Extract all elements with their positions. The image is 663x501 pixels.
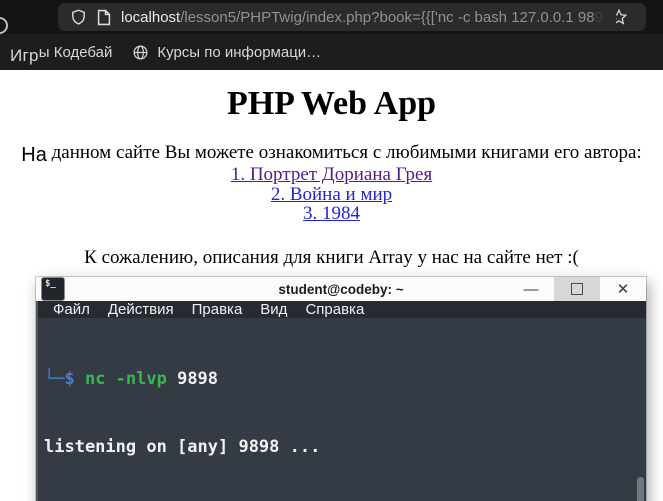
window-controls: — ✕ — [508, 277, 646, 301]
terminal-menubar: Файл Действия Правка Вид Справка — [36, 301, 646, 318]
book-link-1[interactable]: 1. Портрет Дориана Грея — [0, 165, 663, 185]
terminal-body[interactable]: └─$ nc -nlvp 9898 listening on [any] 989… — [36, 318, 646, 501]
globe-icon — [132, 44, 149, 61]
terminal-app-icon: $_ — [41, 277, 65, 301]
terminal-scrollbar[interactable] — [637, 432, 644, 501]
shield-icon[interactable] — [70, 8, 87, 26]
terminal-titlebar[interactable]: $_ student@codeby: ~ — ✕ — [36, 277, 646, 301]
prompt-symbol: └─$ — [44, 369, 85, 390]
command-text: nc -nlvp — [84, 369, 167, 390]
minimize-button[interactable]: — — [508, 277, 554, 301]
book-links: 1. Портрет Дориана Грея 2. Война и мир 3… — [0, 165, 663, 224]
bookmark-label: Курсы по информаци… — [157, 43, 322, 61]
bookmark-label-rest: ы Кодебай — [38, 43, 113, 61]
intro-text-prefix: На — [21, 144, 47, 167]
menu-view[interactable]: Вид — [251, 301, 296, 318]
book-link-3[interactable]: 3. 1984 — [0, 204, 663, 224]
intro-text-rest: данном сайте Вы можете ознакомиться с лю… — [46, 142, 642, 164]
close-icon: ✕ — [616, 281, 630, 298]
menu-file[interactable]: Файл — [44, 301, 99, 318]
browser-chrome: localhost/lesson5/PHPTwig/index.php?book… — [0, 0, 663, 70]
book-link-2[interactable]: 2. Война и мир — [0, 185, 663, 205]
book-error-message: К сожалению, описания для книги Array у … — [84, 246, 579, 268]
maximize-icon — [571, 283, 583, 295]
reload-icon[interactable] — [0, 17, 8, 34]
terminal-output-line: listening on [any] 9898 ... — [44, 436, 321, 457]
close-button[interactable]: ✕ — [600, 277, 646, 301]
bookmark-item-games[interactable]: Игр ы Кодебай — [0, 34, 122, 70]
bookmark-item-courses[interactable]: Курсы по информаци… — [122, 34, 331, 70]
page-title: PHP Web App — [226, 85, 437, 122]
menu-help[interactable]: Справка — [296, 301, 373, 318]
url-text[interactable]: localhost/lesson5/PHPTwig/index.php?book… — [121, 9, 606, 26]
terminal-prompt-line: └─$ nc -nlvp 9898 — [44, 368, 646, 391]
url-path: /lesson5/PHPTwig/index.php?book={{['nc -… — [180, 8, 595, 26]
bookmark-label-prefix: Игр — [10, 46, 39, 65]
address-bar[interactable]: localhost/lesson5/PHPTwig/index.php?book… — [58, 3, 646, 31]
menu-actions[interactable]: Действия — [99, 301, 183, 318]
maximize-button[interactable] — [554, 277, 600, 301]
command-arg: 9898 — [166, 369, 219, 390]
url-faded-tail: 9 — [594, 8, 603, 26]
terminal-window: $_ student@codeby: ~ — ✕ Файл Действия П… — [36, 277, 646, 501]
intro-text: На данном сайте Вы можете ознакомиться с… — [0, 141, 663, 167]
bookmark-star-icon[interactable] — [610, 8, 628, 26]
menu-edit[interactable]: Правка — [183, 301, 252, 318]
page-icon[interactable] — [97, 9, 111, 26]
screen: localhost/lesson5/PHPTwig/index.php?book… — [0, 0, 663, 501]
address-row: localhost/lesson5/PHPTwig/index.php?book… — [0, 0, 663, 34]
scrollbar-thumb[interactable] — [637, 477, 644, 501]
minimize-icon: — — [523, 280, 539, 298]
bookmarks-bar: Игр ы Кодебай Курсы по информаци… — [0, 34, 663, 70]
url-host: localhost — [121, 8, 181, 26]
